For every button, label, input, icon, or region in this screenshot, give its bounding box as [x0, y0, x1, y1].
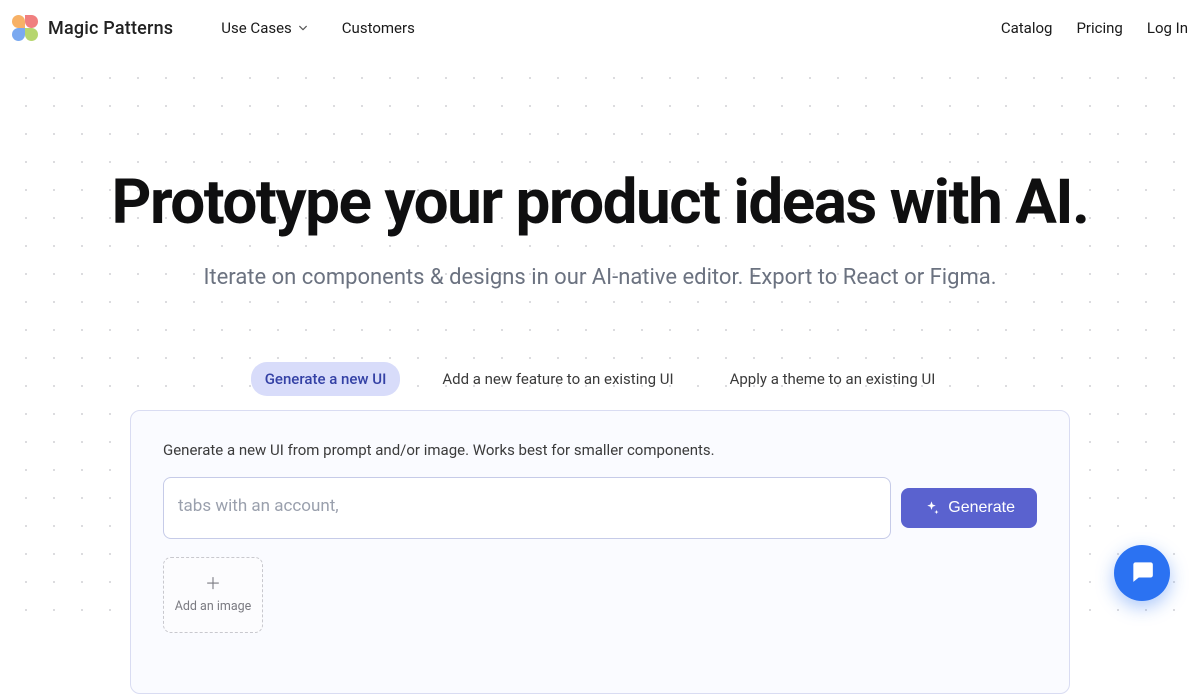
- chevron-down-icon: [298, 23, 308, 33]
- add-image-button[interactable]: ＋ Add an image: [163, 557, 263, 633]
- chat-fab[interactable]: [1114, 545, 1170, 601]
- nav-login[interactable]: Log In: [1147, 19, 1188, 37]
- nav-use-cases-label: Use Cases: [221, 19, 292, 37]
- add-image-label: Add an image: [175, 599, 252, 615]
- brand-name: Magic Patterns: [48, 18, 173, 39]
- nav-use-cases[interactable]: Use Cases: [221, 19, 308, 37]
- sparkle-icon: [923, 500, 940, 517]
- nav-catalog[interactable]: Catalog: [1001, 19, 1053, 37]
- chat-icon: [1129, 558, 1155, 588]
- nav-right: Catalog Pricing Log In: [1001, 19, 1188, 37]
- generate-button-label: Generate: [948, 499, 1015, 517]
- hero-subtitle: Iterate on components & designs in our A…: [0, 265, 1200, 290]
- nav-customers[interactable]: Customers: [342, 19, 415, 37]
- prompt-panel: Generate a new UI from prompt and/or ima…: [130, 410, 1070, 694]
- logo-icon: [12, 15, 38, 41]
- hero: Prototype your product ideas with AI. It…: [0, 56, 1200, 694]
- plus-icon: ＋: [205, 574, 221, 595]
- mode-tabs: Generate a new UI Add a new feature to a…: [0, 362, 1200, 396]
- nav-customers-label: Customers: [342, 19, 415, 37]
- tab-add-feature[interactable]: Add a new feature to an existing UI: [428, 362, 687, 396]
- hero-title: Prototype your product ideas with AI.: [0, 166, 1200, 239]
- tab-apply-theme[interactable]: Apply a theme to an existing UI: [716, 362, 950, 396]
- brand[interactable]: Magic Patterns: [12, 15, 173, 41]
- generate-button[interactable]: Generate: [901, 488, 1037, 528]
- nav-left: Use Cases Customers: [221, 19, 415, 37]
- nav-pricing[interactable]: Pricing: [1076, 19, 1122, 37]
- tab-generate-new-ui[interactable]: Generate a new UI: [251, 362, 401, 396]
- prompt-row: Generate: [163, 477, 1037, 539]
- panel-description: Generate a new UI from prompt and/or ima…: [163, 441, 1037, 459]
- top-nav: Magic Patterns Use Cases Customers Catal…: [0, 0, 1200, 56]
- prompt-input[interactable]: [163, 477, 891, 539]
